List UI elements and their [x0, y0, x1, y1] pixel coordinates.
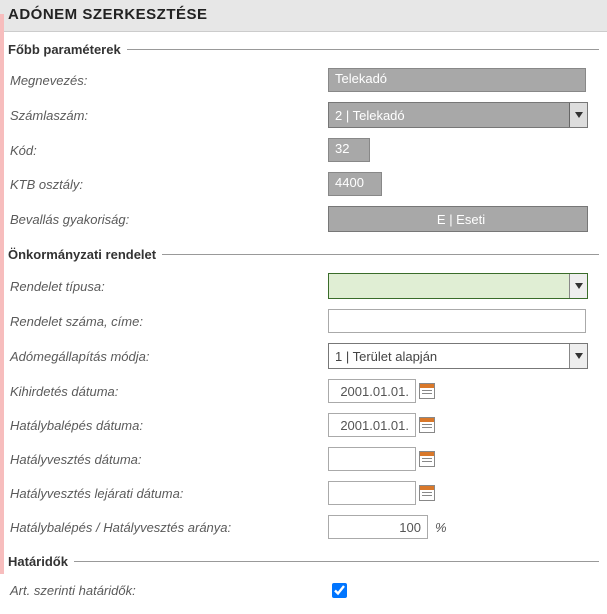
decree-num-label: Rendelet száma, címe: [8, 314, 328, 329]
freq-select[interactable]: E | Eseti [328, 206, 588, 232]
name-label: Megnevezés: [8, 73, 328, 88]
ratio-label: Hatálybalépés / Hatályvesztés aránya: [8, 520, 328, 535]
chevron-down-icon [569, 103, 587, 127]
code-field: 32 [328, 138, 370, 162]
chevron-down-icon [569, 274, 587, 298]
decree-type-label: Rendelet típusa: [8, 279, 328, 294]
decree-type-select[interactable] [328, 273, 588, 299]
calendar-icon[interactable] [419, 417, 435, 433]
page-title: ADÓNEM SZERKESZTÉSE [0, 0, 607, 32]
art-deadlines-checkbox[interactable] [332, 583, 347, 598]
account-select[interactable]: 2 | Telekadó [328, 102, 588, 128]
calendar-icon[interactable] [419, 383, 435, 399]
name-field: Telekadó [328, 68, 586, 92]
exp-date-label: Hatályvesztés dátuma: [8, 452, 328, 467]
expdue-date-input[interactable] [328, 481, 416, 505]
freq-label: Bevallás gyakoriság: [8, 212, 328, 227]
main-params-legend: Főbb paraméterek [8, 42, 127, 57]
decree-legend: Önkormányzati rendelet [8, 247, 162, 262]
deadlines-group: Határidők Art. szerinti határidők: [8, 554, 599, 606]
freq-select-value: E | Eseti [437, 212, 485, 227]
ktb-label: KTB osztály: [8, 177, 328, 192]
code-label: Kód: [8, 143, 328, 158]
pub-date-input[interactable] [328, 379, 416, 403]
ktb-field: 4400 [328, 172, 382, 196]
eff-date-input[interactable] [328, 413, 416, 437]
main-params-group: Főbb paraméterek Megnevezés: Telekadó Sz… [8, 42, 599, 237]
method-select[interactable]: 1 | Terület alapján [328, 343, 588, 369]
account-select-value: 2 | Telekadó [335, 108, 405, 123]
expdue-date-label: Hatályvesztés lejárati dátuma: [8, 486, 328, 501]
ratio-input[interactable] [328, 515, 428, 539]
account-label: Számlaszám: [8, 108, 328, 123]
art-deadlines-label: Art. szerinti határidők: [8, 583, 328, 598]
chevron-down-icon [569, 344, 587, 368]
decree-num-input[interactable] [328, 309, 586, 333]
pub-date-label: Kihirdetés dátuma: [8, 384, 328, 399]
deadlines-legend: Határidők [8, 554, 74, 569]
method-label: Adómegállapítás módja: [8, 349, 328, 364]
decree-group: Önkormányzati rendelet Rendelet típusa: … [8, 247, 599, 544]
method-select-value: 1 | Terület alapján [335, 349, 437, 364]
exp-date-input[interactable] [328, 447, 416, 471]
calendar-icon[interactable] [419, 451, 435, 467]
ratio-suffix: % [435, 520, 447, 535]
eff-date-label: Hatálybalépés dátuma: [8, 418, 328, 433]
calendar-icon[interactable] [419, 485, 435, 501]
